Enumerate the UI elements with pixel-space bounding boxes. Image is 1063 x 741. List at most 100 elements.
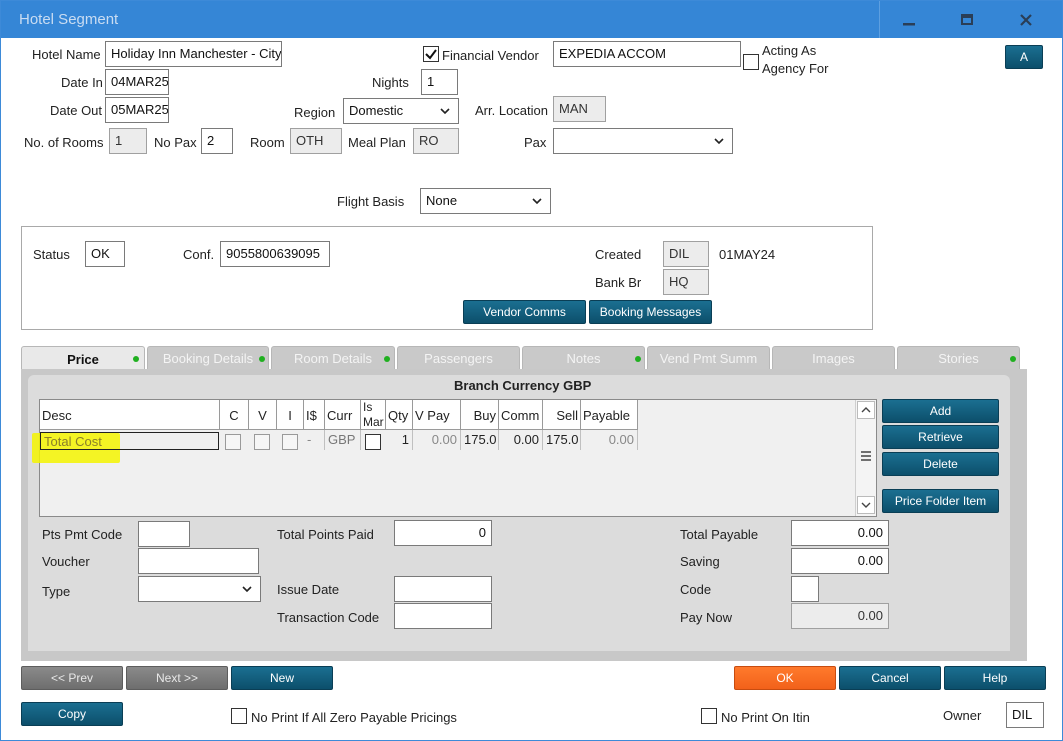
nights-input[interactable]: 1: [421, 69, 458, 95]
no-print-itin-checkbox[interactable]: [701, 708, 717, 724]
add-button[interactable]: Add: [882, 399, 999, 423]
grid-scrollbar[interactable]: [855, 400, 876, 516]
pricing-grid: Desc C V I I$ Curr Is Mar Qty V Pay Buy …: [32, 399, 877, 517]
tab-vend-pmt-summ[interactable]: Vend Pmt Summ: [647, 346, 770, 370]
transaction-code-input[interactable]: [394, 603, 492, 629]
column-header-v[interactable]: V: [249, 400, 277, 430]
financial-vendor-checkbox[interactable]: [423, 46, 439, 62]
meal-plan-input[interactable]: RO: [413, 128, 459, 154]
tab-label: Price: [67, 352, 99, 367]
comm-cell[interactable]: 0.00: [499, 430, 543, 450]
column-header-payable[interactable]: Payable: [581, 400, 638, 430]
column-header-qty[interactable]: Qty: [386, 400, 413, 430]
close-button[interactable]: [997, 1, 1055, 38]
status-dot: [133, 356, 139, 362]
voucher-input[interactable]: [138, 548, 259, 574]
corner-a-button[interactable]: A: [1005, 45, 1043, 69]
title-bar: Hotel Segment: [1, 1, 1062, 38]
chevron-down-icon: [714, 138, 724, 145]
status-panel: [21, 226, 873, 330]
pax-select[interactable]: [553, 128, 733, 154]
status-dot: [384, 356, 390, 362]
column-header-c[interactable]: C: [220, 400, 249, 430]
scroll-down-button[interactable]: [857, 496, 875, 514]
issue-date-input[interactable]: [394, 576, 492, 602]
meal-plan-label: Meal Plan: [348, 135, 406, 150]
copy-button[interactable]: Copy: [21, 702, 123, 726]
delete-button[interactable]: Delete: [882, 452, 999, 476]
saving-input[interactable]: 0.00: [791, 548, 889, 574]
column-header-v-pay[interactable]: V Pay: [413, 400, 461, 430]
region-select[interactable]: Domestic: [343, 98, 459, 124]
vendor-comms-button[interactable]: Vendor Comms: [463, 300, 586, 324]
status-input[interactable]: OK: [85, 241, 125, 267]
hotel-segment-window: Hotel Segment Hotel Name Holiday Inn Man…: [0, 0, 1063, 741]
booking-messages-button[interactable]: Booking Messages: [589, 300, 712, 324]
retrieve-button[interactable]: Retrieve: [882, 425, 999, 449]
next-button[interactable]: Next >>: [126, 666, 228, 690]
ok-button[interactable]: OK: [734, 666, 836, 690]
arr-location-label: Arr. Location: [475, 103, 548, 118]
scroll-up-button[interactable]: [857, 401, 875, 419]
acting-as-label: Acting As: [762, 43, 817, 58]
status-label: Status: [33, 247, 70, 262]
scroll-grip-icon: [861, 451, 871, 461]
pts-pmt-code-input[interactable]: [138, 521, 190, 547]
qty-cell[interactable]: 1: [386, 430, 413, 450]
price-folder-item-button[interactable]: Price Folder Item: [882, 489, 999, 513]
column-header-is-mar[interactable]: Is Mar: [361, 400, 386, 430]
tab-booking-details[interactable]: Booking Details: [147, 346, 269, 370]
created-by-input[interactable]: DIL: [663, 241, 709, 267]
new-button[interactable]: New: [231, 666, 333, 690]
rooms-input[interactable]: 1: [109, 128, 147, 154]
desc-cell-input[interactable]: Total Cost: [40, 432, 219, 450]
prev-button[interactable]: << Prev: [21, 666, 123, 690]
total-payable-input[interactable]: 0.00: [791, 520, 889, 546]
tab-passengers[interactable]: Passengers: [397, 346, 520, 370]
tab-images[interactable]: Images: [772, 346, 895, 370]
column-header-curr[interactable]: Curr: [325, 400, 361, 430]
maximize-button[interactable]: [938, 1, 996, 38]
cancel-button[interactable]: Cancel: [839, 666, 941, 690]
date-in-input[interactable]: 04MAR25: [105, 69, 169, 95]
bank-br-input[interactable]: HQ: [663, 269, 709, 295]
date-out-input[interactable]: 05MAR25: [105, 97, 169, 123]
code-input[interactable]: [791, 576, 819, 602]
c-checkbox[interactable]: [225, 434, 241, 450]
curr-cell: GBP: [325, 430, 361, 450]
tab-notes[interactable]: Notes: [522, 346, 645, 370]
buy-cell[interactable]: 175.0: [461, 430, 499, 450]
owner-input[interactable]: DIL: [1006, 702, 1044, 728]
help-button[interactable]: Help: [944, 666, 1046, 690]
pax-count-input[interactable]: 2: [201, 128, 233, 154]
hotel-name-input[interactable]: Holiday Inn Manchester - City: [105, 41, 282, 67]
flight-basis-select[interactable]: None: [420, 188, 551, 214]
vendor-input[interactable]: EXPEDIA ACCOM: [553, 41, 741, 67]
conf-input[interactable]: 9055800639095: [220, 241, 330, 267]
column-header-i-dollar[interactable]: I$: [304, 400, 325, 430]
column-header-desc[interactable]: Desc: [40, 400, 220, 430]
code-label: Code: [680, 582, 712, 597]
total-points-paid-input[interactable]: 0: [394, 520, 492, 546]
pts-pmt-code-label: Pts Pmt Code: [42, 527, 123, 542]
total-payable-label: Total Payable: [680, 527, 759, 542]
minimize-button[interactable]: [879, 1, 937, 38]
arr-location-input[interactable]: MAN: [553, 96, 606, 122]
i-checkbox[interactable]: [282, 434, 298, 450]
column-header-sell[interactable]: Sell: [543, 400, 581, 430]
column-header-comm[interactable]: Comm: [499, 400, 543, 430]
type-select[interactable]: [138, 576, 261, 602]
tab-stories[interactable]: Stories: [897, 346, 1020, 370]
tab-room-details[interactable]: Room Details: [271, 346, 395, 370]
sell-cell[interactable]: 175.0: [543, 430, 581, 450]
rooms-label: No. of Rooms: [24, 135, 104, 150]
acting-as-agency-checkbox[interactable]: [743, 54, 759, 70]
close-icon: [1020, 13, 1032, 26]
column-header-i[interactable]: I: [277, 400, 304, 430]
v-checkbox[interactable]: [254, 434, 270, 450]
room-input[interactable]: OTH: [290, 128, 342, 154]
column-header-buy[interactable]: Buy: [461, 400, 499, 430]
pay-now-input[interactable]: 0.00: [791, 603, 889, 629]
no-print-zero-checkbox[interactable]: [231, 708, 247, 724]
is-mar-checkbox[interactable]: [365, 434, 381, 450]
